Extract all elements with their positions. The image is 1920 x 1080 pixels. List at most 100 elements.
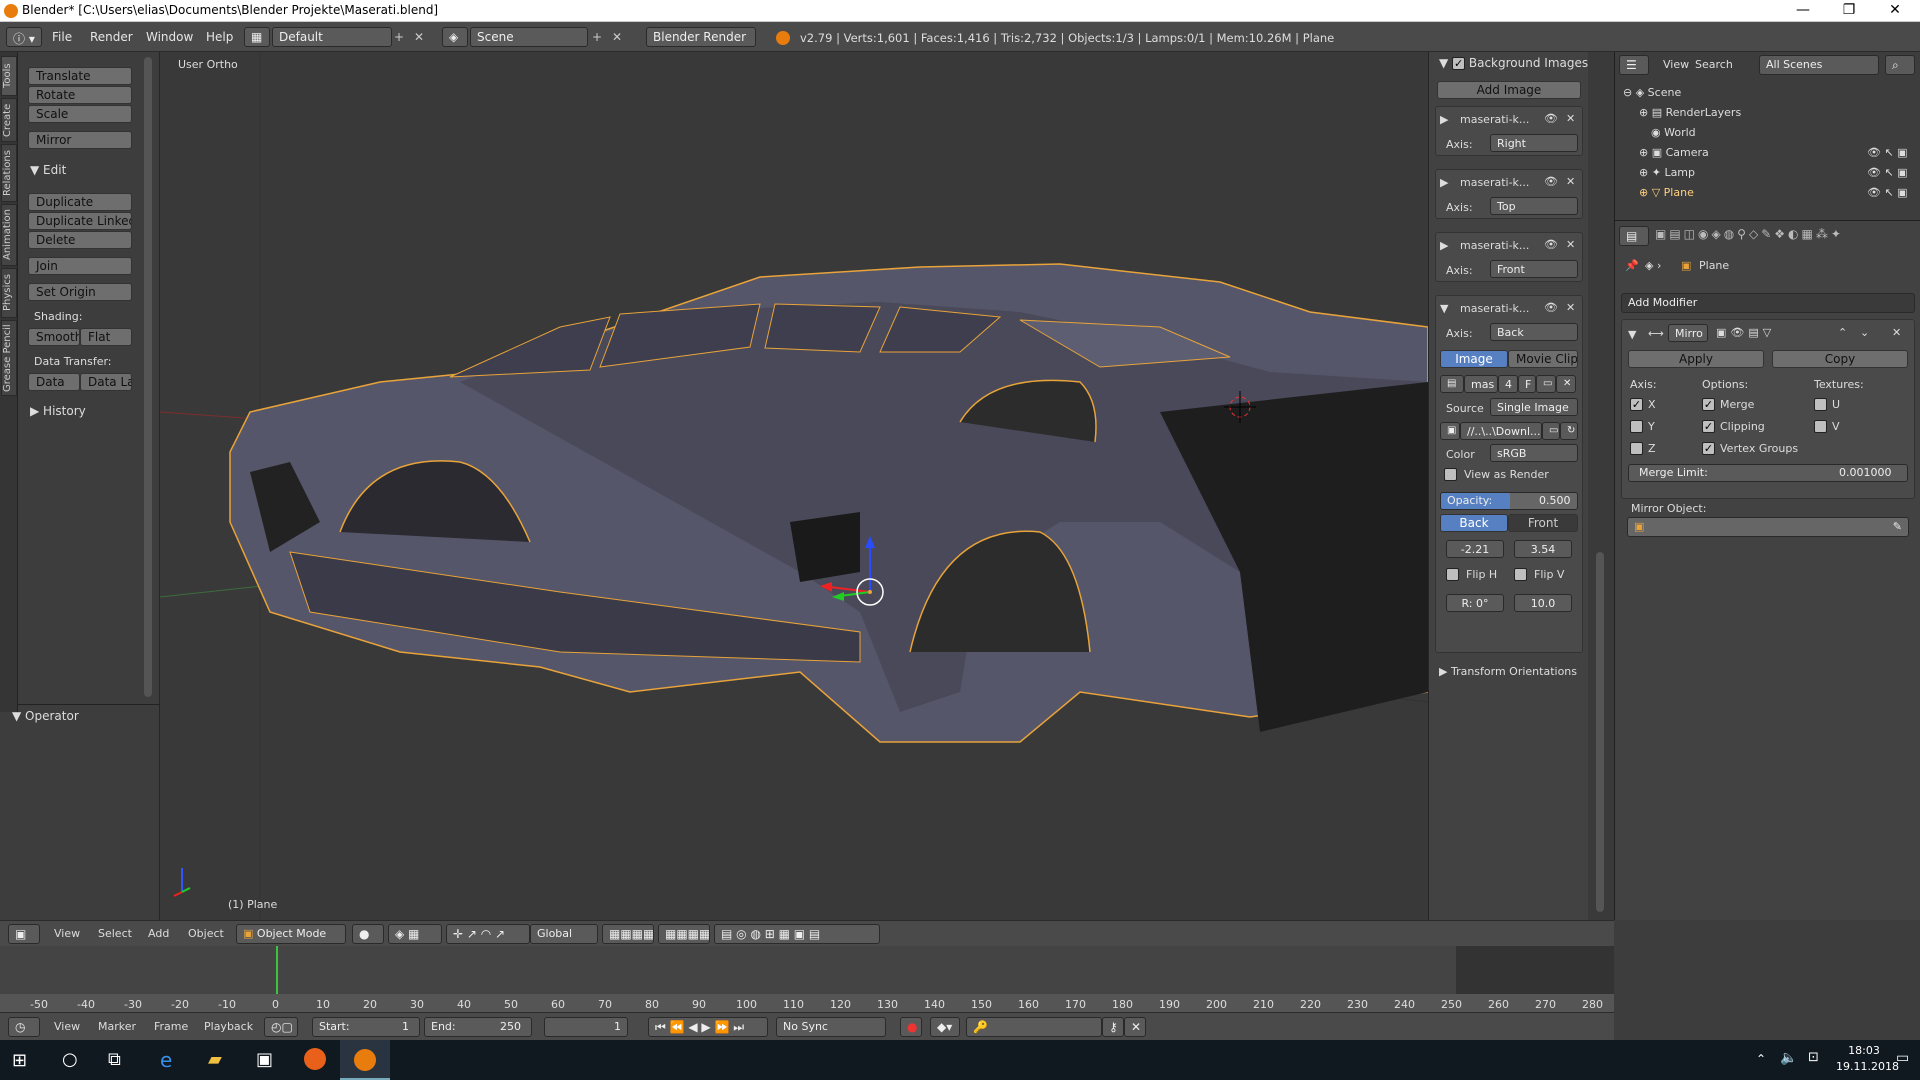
expand-icon[interactable]: ▶ [1440,113,1448,126]
move-up-icon[interactable]: ⌃ [1838,326,1847,339]
end-frame-field[interactable]: End: 250 [424,1017,532,1037]
scene-icon[interactable]: ◈ [442,27,468,47]
timeline-menu-playback[interactable]: Playback [204,1020,253,1033]
visibility-eye-icon[interactable]: 👁 ↖ ▣ [1867,146,1908,159]
image-browse-icon[interactable]: ▤ [1440,375,1464,393]
clipping-checkbox[interactable]: ✓ [1702,420,1715,433]
clock-date[interactable]: 19.11.2018 [1836,1060,1899,1073]
eye-icon[interactable]: 👁 [1544,238,1558,251]
tab-create[interactable]: Create [1,98,17,142]
fake-user-button[interactable]: F [1518,375,1536,393]
task-view-icon[interactable]: ⧉ [108,1049,121,1070]
scale-button[interactable]: Scale [28,105,132,123]
layer-buttons-1[interactable]: ▦▦▦▦▦ [602,924,654,944]
outliner-filter-dropdown[interactable]: All Scenes [1759,55,1879,75]
tab-grease-pencil[interactable]: Grease Pencil [1,320,17,396]
bg-images-header[interactable]: ▼ ✓ Background Images [1439,56,1588,70]
properties-context-tabs[interactable]: ▣▤◫◉◈◍⚲◇✎❖◐▦⁂✦ [1655,227,1844,241]
join-button[interactable]: Join [28,257,132,275]
sync-dropdown[interactable]: No Sync [776,1017,886,1037]
add-layout-icon[interactable]: + [394,30,404,44]
screen-layout-icon[interactable]: ▦ [244,27,270,47]
bg-image-name[interactable]: maserati-k... [1460,113,1529,126]
open-folder-icon[interactable]: ▭ [1536,375,1556,393]
eye-icon[interactable]: 👁 [1544,112,1558,125]
rotate-button[interactable]: Rotate [28,86,132,104]
remove-modifier-icon[interactable]: ✕ [1892,326,1901,339]
duplicate-linked-button[interactable]: Duplicate Linked [28,212,132,230]
apply-button[interactable]: Apply [1628,350,1764,368]
pivot-point-icon[interactable]: ◈ ▦ [388,924,442,944]
outliner-item-scene[interactable]: ⊖ ◈ Scene [1623,86,1681,99]
network-icon[interactable]: ⊡ [1808,1050,1819,1065]
duplicate-button[interactable]: Duplicate [28,193,132,211]
axis-dropdown[interactable]: Top [1490,197,1578,215]
view-as-render-checkbox[interactable] [1444,468,1457,481]
tab-animation[interactable]: Animation [1,204,17,266]
delete-button[interactable]: Delete [28,231,132,249]
outliner-item-world[interactable]: ◉ World [1651,126,1696,139]
menu-object[interactable]: Object [188,927,224,940]
offset-y-field[interactable]: 3.54 [1514,540,1572,558]
tool-shelf-scrollbar[interactable] [144,57,152,697]
menu-render[interactable]: Render [90,30,133,44]
modifier-name-field[interactable]: Mirro [1668,324,1708,342]
editor-type-outliner-icon[interactable]: ☰ [1619,55,1649,75]
source-dropdown[interactable]: Single Image [1490,398,1578,416]
mirror-button[interactable]: Mirror [28,131,132,149]
file-explorer-icon[interactable]: ▰ [208,1049,222,1070]
flat-button[interactable]: Flat [80,328,132,346]
outliner-item-plane[interactable]: ⊕ ▽ Plane [1639,186,1694,199]
mirror-object-field[interactable]: ▣ ✎ [1627,517,1909,537]
vertex-groups-checkbox[interactable]: ✓ [1702,442,1715,455]
texture-u-checkbox[interactable] [1814,398,1827,411]
timeline[interactable]: -50 -40 -30 -20 -10 0 10 20 30 40 50 60 … [0,946,1614,1012]
outliner-item-camera[interactable]: ⊕ ▣ Camera [1639,146,1709,159]
outliner-item-lamp[interactable]: ⊕ ✦ Lamp [1639,166,1695,179]
set-origin-dropdown[interactable]: Set Origin [28,283,132,301]
blender-taskbar-button[interactable] [340,1040,390,1080]
clock-time[interactable]: 18:03 [1836,1044,1892,1057]
merge-checkbox[interactable]: ✓ [1702,398,1715,411]
mode-dropdown[interactable]: ▣ Object Mode [236,924,346,944]
keying-set-field[interactable]: 🔑 [966,1017,1102,1037]
image-icon[interactable]: ▣ [1440,422,1460,440]
translate-button[interactable]: Translate [28,67,132,85]
viewport-shading-icon[interactable]: ● [352,924,384,944]
edit-panel-header[interactable]: ▼ Edit [30,163,66,177]
opacity-slider[interactable]: Opacity: 0.500 [1440,492,1578,510]
preview-range-icon[interactable]: ◴▢ [264,1017,298,1037]
current-frame-marker[interactable] [276,946,278,998]
color-space-dropdown[interactable]: sRGB [1490,444,1578,462]
editor-type-timeline-icon[interactable]: ◷ [8,1017,40,1037]
size-field[interactable]: 10.0 [1514,594,1572,612]
playback-controls[interactable]: ⏮ ⏪ ◀ ▶ ⏩ ⏭ [648,1017,768,1037]
modifier-collapse-icon[interactable]: ▼ [1628,328,1636,341]
add-image-button[interactable]: Add Image [1437,81,1581,99]
current-frame-field[interactable]: 1 [544,1017,628,1037]
image-datablock-field[interactable]: mas [1464,375,1498,393]
visibility-eye-icon[interactable]: 👁 ↖ ▣ [1867,166,1908,179]
folder-icon[interactable]: ▭ [1542,422,1560,440]
modifier-display-toggles[interactable]: ▣👁▤▽ [1716,326,1775,339]
merge-limit-field[interactable]: Merge Limit: 0.001000 [1628,464,1908,482]
copy-button[interactable]: Copy [1772,350,1908,368]
eye-icon[interactable]: 👁 [1544,175,1558,188]
properties-scrollbar[interactable] [1596,552,1604,912]
flip-v-checkbox[interactable] [1514,568,1527,581]
menu-window[interactable]: Window [146,30,193,44]
maximize-icon[interactable]: ❐ [1826,0,1872,22]
timeline-menu-frame[interactable]: Frame [154,1020,188,1033]
smooth-button[interactable]: Smooth [28,328,80,346]
layout-selector[interactable]: Default [272,27,392,47]
manipulator-icons[interactable]: ✛ ↗ ◠ ↗ [446,924,530,944]
menu-view[interactable]: View [54,927,80,940]
tab-relations[interactable]: Relations [1,144,17,202]
tray-chevron-icon[interactable]: ⌃ [1756,1052,1766,1066]
tab-tools[interactable]: Tools [1,56,17,96]
outliner-item-renderlayers[interactable]: ⊕ ▤ RenderLayers [1639,106,1741,119]
layer-buttons-2[interactable]: ▦▦▦▦▦ [658,924,710,944]
insert-keyframe-icon[interactable]: ⚷ [1102,1017,1124,1037]
minimize-icon[interactable]: — [1780,0,1826,22]
back-button[interactable]: Back [1440,514,1508,532]
